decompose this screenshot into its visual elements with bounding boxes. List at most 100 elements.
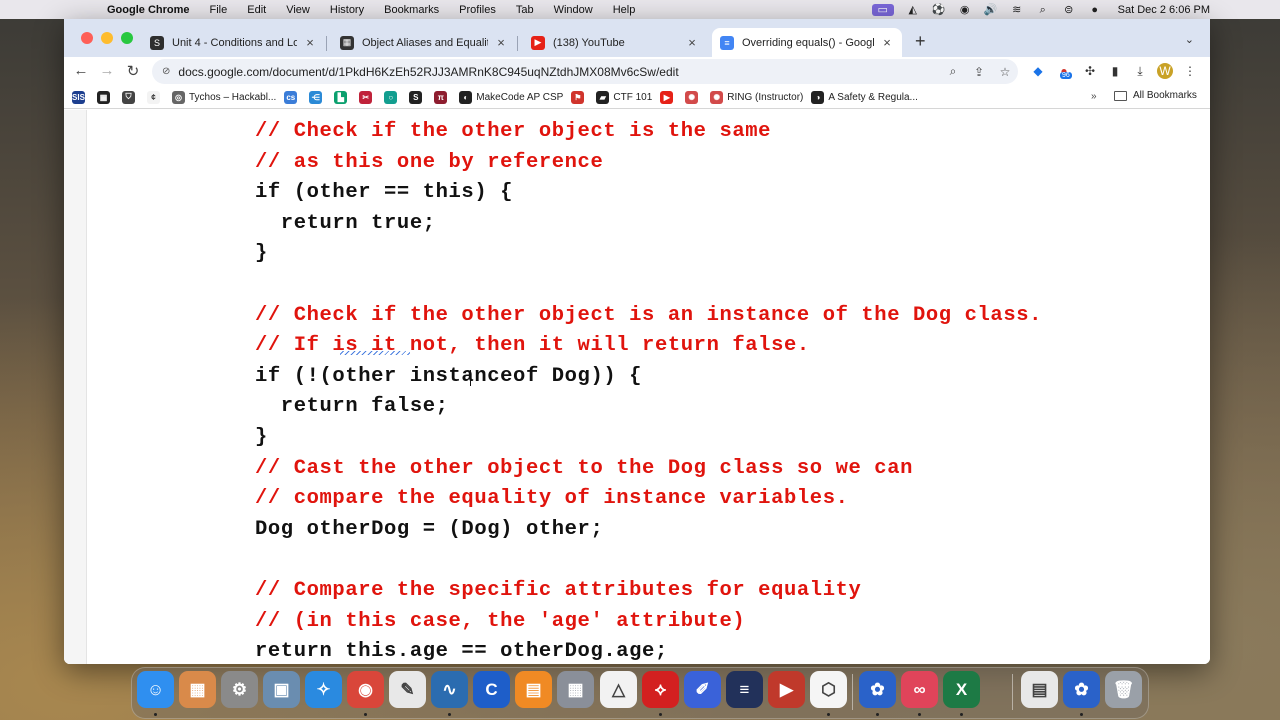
bookmark-star-icon[interactable]: ☆ xyxy=(992,65,1018,79)
address-bar[interactable]: ⊘ docs.google.com/document/d/1PkdH6KzEh5… xyxy=(152,59,1018,84)
code-comment-line[interactable]: // Check if the other object is the same xyxy=(255,120,771,143)
profile-avatar-icon[interactable]: W xyxy=(1157,63,1173,79)
bookmark-item[interactable]: cs xyxy=(284,90,301,104)
bookmark-item[interactable]: ⛉ xyxy=(122,90,139,104)
excel-icon[interactable]: X xyxy=(943,671,980,708)
google-drive-icon[interactable]: △ xyxy=(600,671,637,708)
menu-bookmarks[interactable]: Bookmarks xyxy=(384,4,439,16)
bookmark-item[interactable]: ▦ xyxy=(97,90,114,104)
document-page[interactable]: // Check if the other object is the same… xyxy=(64,110,1210,664)
document-stack-icon[interactable]: ▤ xyxy=(1021,671,1058,708)
screen-recording-icon[interactable]: ▭ xyxy=(871,3,894,16)
close-tab-icon[interactable]: × xyxy=(303,35,317,50)
code-comment-line[interactable]: // (in this case, the 'age' attribute) xyxy=(255,610,745,633)
code-comment-line[interactable]: // If is it not, then it will return fal… xyxy=(255,334,810,357)
bookmark-item[interactable]: ⋲ xyxy=(309,90,326,104)
bookmark-item[interactable]: S xyxy=(409,90,426,104)
bookmark-item[interactable]: ✺ xyxy=(685,90,702,104)
system-settings-icon[interactable]: ⚙ xyxy=(221,671,258,708)
menu-profiles[interactable]: Profiles xyxy=(459,4,496,16)
siri-icon[interactable]: ● xyxy=(1088,4,1102,16)
textedit-icon[interactable]: ✎ xyxy=(389,671,426,708)
close-tab-icon[interactable]: × xyxy=(880,35,894,50)
new-tab-button[interactable]: + xyxy=(915,31,926,52)
bookmark-item[interactable]: π xyxy=(434,90,451,104)
code-line[interactable]: return false; xyxy=(255,395,449,418)
minimize-window-button[interactable] xyxy=(101,32,113,44)
bookmark-item[interactable]: ▶ xyxy=(660,90,677,104)
flag-app-icon[interactable]: ▶ xyxy=(768,671,805,708)
wheel-app-icon[interactable]: ✿ xyxy=(859,671,896,708)
tab-object-aliases[interactable]: ▦ Object Aliases and Equality # × xyxy=(332,28,516,57)
code-comment-line[interactable]: // Check if the other object is an insta… xyxy=(255,304,1042,327)
bookmark-item[interactable]: ▙ xyxy=(334,90,351,104)
back-arrow-icon[interactable]: ← xyxy=(72,62,90,79)
reload-icon[interactable]: ↻ xyxy=(124,62,142,80)
volume-icon[interactable]: 🔊 xyxy=(984,4,998,16)
code-line[interactable]: if (!(other instanceof Dog)) { xyxy=(255,365,642,388)
tab-youtube[interactable]: ▶ (138) YouTube × xyxy=(523,28,707,57)
code-comment-line[interactable]: // Compare the specific attributes for e… xyxy=(255,579,861,602)
cat-app-icon[interactable]: ∿ xyxy=(431,671,468,708)
polygon-app-icon[interactable]: ⬡ xyxy=(810,671,847,708)
all-bookmarks-button[interactable]: All Bookmarks xyxy=(1114,90,1197,101)
menu-file[interactable]: File xyxy=(210,4,228,16)
menu-app-name[interactable]: Google Chrome xyxy=(107,4,190,16)
close-tab-icon[interactable]: × xyxy=(685,35,699,50)
bookmarks-overflow-chevron-icon[interactable]: » xyxy=(1091,91,1097,102)
soccer-ball-icon[interactable]: ⚽ xyxy=(932,4,946,16)
code-line[interactable]: return this.age == otherDog.age; xyxy=(255,640,668,663)
trash-icon[interactable]: 🗑 xyxy=(1105,671,1142,708)
extension-diamond-icon[interactable]: ◆ xyxy=(1030,63,1046,79)
tab-search-chevron-icon[interactable]: ⌄ xyxy=(1185,33,1194,46)
bookmark-item[interactable]: ¢ xyxy=(147,90,164,104)
menu-view[interactable]: View xyxy=(286,4,310,16)
control-center-icon[interactable]: ⊜ xyxy=(1062,4,1076,16)
creative-cloud-icon[interactable]: ∞ xyxy=(901,671,938,708)
tab-overriding-equals[interactable]: ≡ Overriding equals() - Google × xyxy=(712,28,902,57)
safari-icon[interactable]: ✧ xyxy=(305,671,342,708)
code-line[interactable]: } xyxy=(255,426,268,449)
bookmark-item[interactable]: ⚑ xyxy=(571,90,588,104)
address-url[interactable]: docs.google.com/document/d/1PkdH6KzEh52R… xyxy=(178,65,940,79)
wheel-app-2-icon[interactable]: ✿ xyxy=(1063,671,1100,708)
bookmark-item[interactable]: ✂ xyxy=(359,90,376,104)
preview-icon[interactable]: ▣ xyxy=(263,671,300,708)
menu-window[interactable]: Window xyxy=(554,4,593,16)
close-window-button[interactable] xyxy=(81,32,93,44)
site-info-icon[interactable]: ⊘ xyxy=(162,66,170,77)
code-line[interactable]: } xyxy=(255,242,268,265)
tab-unit-4[interactable]: S Unit 4 - Conditions and Logic × xyxy=(142,28,325,57)
acrobat-icon[interactable]: ⟡ xyxy=(642,671,679,708)
menu-tab[interactable]: Tab xyxy=(516,4,534,16)
menu-help[interactable]: Help xyxy=(613,4,636,16)
forward-arrow-icon[interactable]: → xyxy=(98,62,116,79)
code-comment-line[interactable]: // compare the equality of instance vari… xyxy=(255,487,849,510)
code-line[interactable]: if (other == this) { xyxy=(255,181,513,204)
code-comment-line[interactable]: // as this one by reference xyxy=(255,151,603,174)
extensions-puzzle-icon[interactable]: ✣ xyxy=(1082,63,1098,79)
menu-history[interactable]: History xyxy=(330,4,364,16)
bookmark-item[interactable]: ◑ A Safety & Regula... xyxy=(811,90,918,104)
code-comment-line[interactable]: // Cast the other object to the Dog clas… xyxy=(255,457,913,480)
bookmark-item[interactable]: ○ xyxy=(384,90,401,104)
wifi-icon[interactable]: ≋ xyxy=(1010,4,1024,16)
launchpad-icon[interactable]: ▦ xyxy=(179,671,216,708)
stripes-app-icon[interactable]: ≡ xyxy=(726,671,763,708)
code-line[interactable]: return true; xyxy=(255,212,436,235)
bookmark-item[interactable]: ◐ MakeCode AP CSP xyxy=(459,90,563,104)
bookmark-item[interactable]: ◎ Tychos – Hackabl... xyxy=(172,90,276,104)
close-tab-icon[interactable]: × xyxy=(494,35,508,50)
spotlight-search-icon[interactable]: ⌕ xyxy=(1036,4,1050,16)
fullscreen-window-button[interactable] xyxy=(121,32,133,44)
eye-icon[interactable]: ◉ xyxy=(958,4,972,16)
menu-edit[interactable]: Edit xyxy=(247,4,266,16)
chrome-icon[interactable]: ◉ xyxy=(347,671,384,708)
pencil-app-icon[interactable]: ✐ xyxy=(684,671,721,708)
bookmark-item[interactable]: SIS xyxy=(72,90,89,104)
bookmark-item[interactable]: ▰ CTF 101 xyxy=(596,90,652,104)
c-app-icon[interactable]: C xyxy=(473,671,510,708)
drive-icon[interactable]: ◭ xyxy=(906,4,920,16)
more-menu-icon[interactable]: ⋮ xyxy=(1182,63,1198,79)
download-icon[interactable]: ⤓ xyxy=(1132,63,1148,79)
